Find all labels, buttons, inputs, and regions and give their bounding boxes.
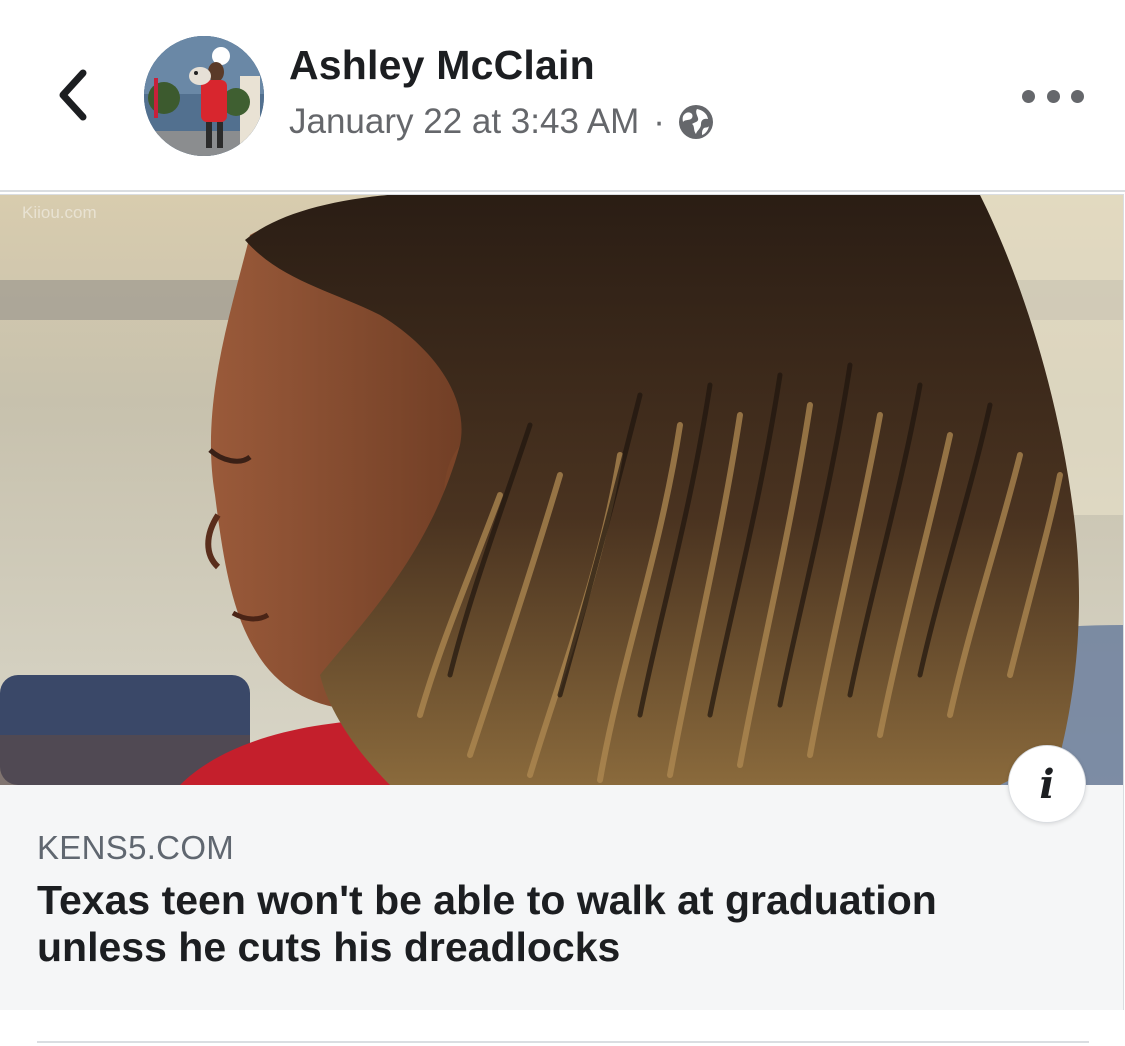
info-button[interactable]: i (1008, 745, 1086, 823)
more-options-button[interactable] (1022, 78, 1084, 114)
more-horizontal-icon (1022, 89, 1035, 103)
link-preview-card[interactable]: Kiiou.com KENS5.COM Texas teen won't be … (0, 194, 1124, 1010)
header-divider (0, 190, 1125, 192)
post-header: Ashley McClain January 22 at 3:43 AM · (0, 0, 1125, 190)
image-watermark: Kiiou.com (22, 203, 97, 222)
author-name[interactable]: Ashley McClain (289, 42, 595, 89)
footer-divider (37, 1041, 1089, 1043)
post-timestamp[interactable]: January 22 at 3:43 AM (289, 102, 639, 142)
link-preview-footer[interactable]: KENS5.COM Texas teen won't be able to wa… (0, 785, 1123, 1010)
post-meta: January 22 at 3:43 AM · (289, 100, 715, 144)
link-headline[interactable]: Texas teen won't be able to walk at grad… (37, 877, 1037, 971)
chevron-left-icon (59, 69, 87, 121)
link-preview-image[interactable]: Kiiou.com (0, 195, 1123, 785)
back-button[interactable] (44, 62, 100, 128)
meta-separator: · (653, 102, 665, 141)
info-icon: i (1039, 760, 1055, 808)
globe-icon (678, 105, 713, 139)
avatar[interactable] (144, 36, 264, 156)
link-domain: KENS5.COM (37, 829, 235, 866)
